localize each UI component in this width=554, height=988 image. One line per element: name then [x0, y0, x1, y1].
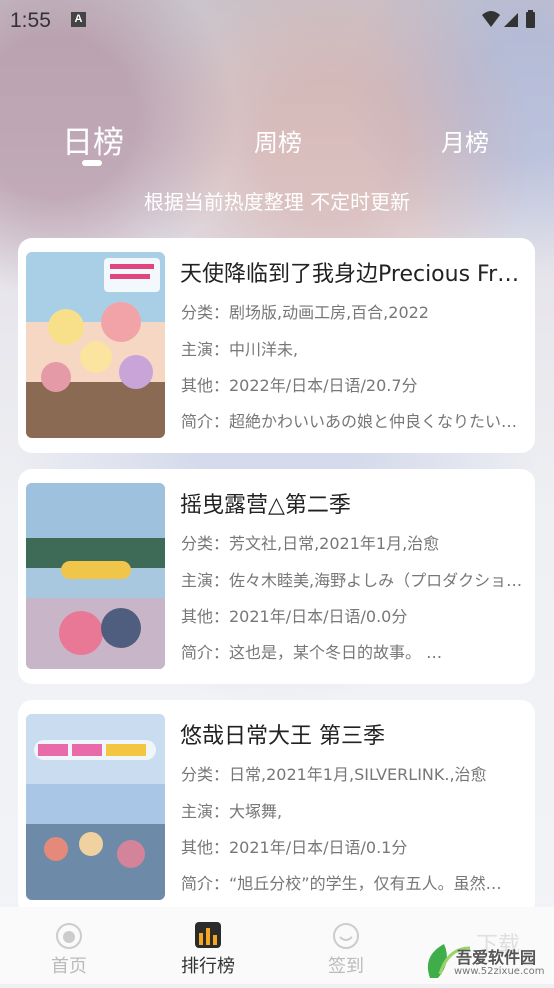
nav-checkin[interactable]: 签到: [296, 907, 396, 984]
tab-daily[interactable]: 日榜: [60, 117, 126, 162]
watermark-brand: 吾爱软件园: [456, 948, 537, 967]
anime-cast: 主演：中川洋未,: [181, 340, 299, 359]
anime-intro: 简介：这也是，某个冬日的故事。 …: [181, 643, 443, 662]
anime-category: 分类：剧场版,动画工房,百合,2022: [181, 303, 429, 322]
nav-home-label: 首页: [51, 956, 87, 977]
ranking-tabs: 日榜 周榜 月榜: [0, 115, 554, 175]
anime-card-2[interactable]: 摇曳露营△第二季 分类：芳文社,日常,2021年1月,治愈 主演：佐々木睦美,海…: [18, 469, 535, 684]
anime-card-1[interactable]: 天使降临到了我身边Precious Friends 分类：剧场版,动画工房,百合…: [18, 238, 535, 453]
ranking-subtitle: 根据当前热度整理 不定时更新: [143, 190, 411, 214]
nav-home[interactable]: 首页: [19, 907, 119, 984]
anime-category: 分类：日常,2021年1月,SILVERLINK.,治愈: [181, 765, 487, 784]
home-icon: [56, 923, 82, 949]
status-bar: 1:55 A: [0, 0, 554, 40]
checkin-icon: [333, 923, 359, 949]
tab-weekly[interactable]: 周榜: [248, 123, 308, 158]
anime-card-3[interactable]: 悠哉日常大王 第三季 分类：日常,2021年1月,SILVERLINK.,治愈 …: [18, 700, 535, 915]
anime-intro: 简介：“旭丘分校”的学生，仅有五人。虽然…: [181, 874, 502, 893]
status-time: 1:55: [10, 9, 51, 32]
ranking-icon: [195, 922, 221, 948]
nav-checkin-label: 签到: [328, 956, 364, 977]
anime-title: 摇曳露营△第二季: [180, 493, 351, 518]
poster-image[interactable]: [26, 483, 165, 669]
notification-icon: A: [71, 12, 86, 27]
anime-category: 分类：芳文社,日常,2021年1月,治愈: [181, 534, 440, 553]
anime-other: 其他：2021年/日本/日语/0.0分: [181, 607, 408, 626]
wifi-signal-battery-icon: [482, 10, 535, 28]
poster-image[interactable]: [26, 252, 165, 438]
anime-cast: 主演：佐々木睦美,海野よしみ（プロダクション）: [181, 571, 526, 590]
nav-ranking[interactable]: 排行榜: [158, 907, 258, 984]
anime-cast: 主演：大塚舞,: [181, 802, 283, 821]
watermark-logo: 下载 吾爱软件园 www.52zixue.com: [418, 918, 554, 984]
anime-other: 其他：2022年/日本/日语/20.7分: [181, 376, 418, 395]
status-icons: [480, 9, 542, 36]
anime-title: 天使降临到了我身边Precious Friends: [180, 262, 525, 287]
anime-intro: 简介：超絶かわいいあの娘と仲良くなりたい…: [181, 412, 518, 431]
watermark-url: www.52zixue.com: [454, 966, 545, 977]
poster-image[interactable]: [26, 714, 165, 900]
anime-other: 其他：2021年/日本/日语/0.1分: [181, 838, 408, 857]
anime-title: 悠哉日常大王 第三季: [180, 724, 385, 749]
tab-indicator: [82, 160, 102, 166]
nav-ranking-label: 排行榜: [181, 956, 235, 977]
tab-monthly[interactable]: 月榜: [435, 123, 495, 158]
